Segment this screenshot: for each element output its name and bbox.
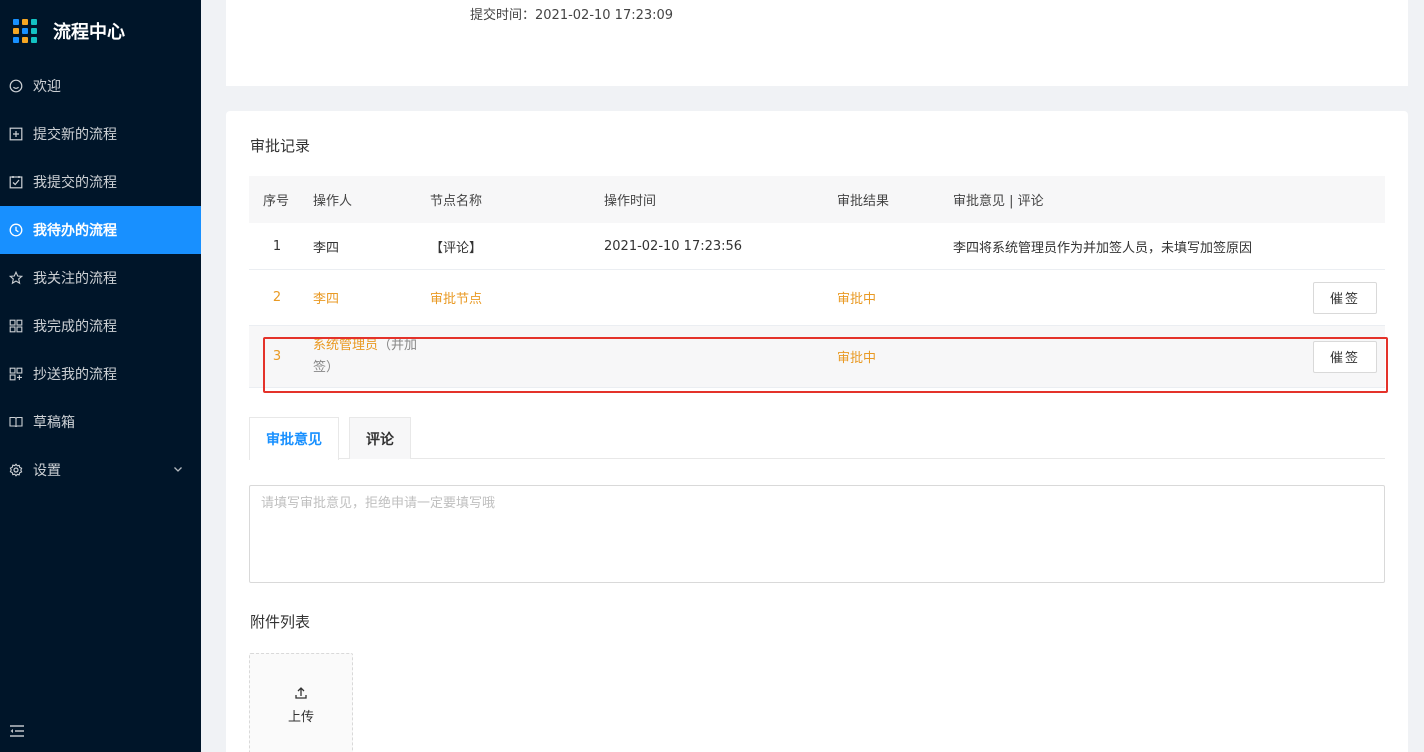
star-icon	[9, 271, 23, 285]
approval-opinion-input[interactable]	[249, 485, 1385, 583]
sidebar-item-label: 欢迎	[33, 79, 61, 95]
setting-icon	[9, 463, 23, 477]
sidebar-item-label: 草稿箱	[33, 415, 75, 431]
plus-square-icon	[9, 127, 23, 141]
table-row: 3 系统管理员（并加签） 审批中 催签	[249, 326, 1385, 388]
upload-label: 上传	[287, 709, 314, 725]
appstore-icon	[9, 319, 23, 333]
app-title: 流程中心	[53, 22, 125, 43]
chevron-down-icon	[174, 467, 182, 472]
menu-fold-icon[interactable]	[9, 724, 25, 738]
upload-icon	[295, 686, 307, 699]
sidebar-item-my-completed[interactable]: 我完成的流程	[0, 302, 201, 350]
process-info-card: 提交时间：2021-02-10 17:23:09	[226, 0, 1408, 86]
row-operator: 李四	[313, 292, 340, 307]
table-row: 2 李四 审批节点 审批中 催签	[249, 270, 1385, 326]
column-header: 审批意见 | 评论	[953, 194, 1044, 209]
sidebar-item-settings[interactable]: 设置	[0, 446, 201, 494]
attachments-title: 附件列表	[250, 613, 311, 631]
row-comment: 李四将系统管理员作为并加签人员，未填写加签原因	[953, 240, 1253, 256]
smile-icon	[9, 79, 23, 93]
check-square-icon	[9, 175, 23, 189]
tab-approval-opinion[interactable]: 审批意见	[249, 417, 339, 460]
copy-grid-icon	[9, 367, 23, 381]
sidebar: 流程中心 欢迎 提交新的流程 我提交的流程 我待办的流程 我关注的流程 我完成的…	[0, 0, 201, 752]
column-header: 节点名称	[430, 194, 483, 209]
sidebar-item-cc-me[interactable]: 抄送我的流程	[0, 350, 201, 398]
urge-sign-button[interactable]: 催签	[1313, 281, 1377, 314]
sidebar-item-drafts[interactable]: 草稿箱	[0, 398, 201, 446]
sidebar-item-my-followed[interactable]: 我关注的流程	[0, 254, 201, 302]
sidebar-item-label: 设置	[33, 463, 61, 479]
sidebar-item-submit-new[interactable]: 提交新的流程	[0, 110, 201, 158]
row-operator: 李四	[313, 240, 340, 256]
sidebar-item-my-todo[interactable]: 我待办的流程	[0, 206, 201, 254]
column-header: 操作时间	[604, 194, 657, 209]
column-header: 操作人	[313, 194, 353, 209]
row-node: 审批节点	[430, 292, 483, 307]
sidebar-item-label: 我完成的流程	[33, 319, 117, 335]
approval-card: 审批记录 序号 操作人 节点名称 操作时间 审批结果 审批意见 | 评论 1 李…	[226, 111, 1408, 752]
approval-table: 序号 操作人 节点名称 操作时间 审批结果 审批意见 | 评论 1 李四 【评论…	[249, 176, 1385, 388]
row-number: 1	[272, 238, 282, 254]
sidebar-item-label: 抄送我的流程	[33, 367, 117, 383]
table-row: 1 李四 【评论】 2021-02-10 17:23:56 李四将系统管理员作为…	[249, 223, 1385, 270]
opinion-tabs: 审批意见 评论	[249, 417, 1385, 460]
sidebar-item-label: 我关注的流程	[33, 271, 117, 287]
sidebar-menu: 欢迎 提交新的流程 我提交的流程 我待办的流程 我关注的流程 我完成的流程 抄送…	[0, 62, 201, 494]
row-number: 3	[272, 349, 282, 364]
row-operator-cell: 系统管理员（并加签）	[313, 335, 430, 379]
sidebar-item-label: 我提交的流程	[33, 175, 117, 191]
submit-time: 提交时间：2021-02-10 17:23:09	[470, 8, 674, 23]
column-header: 审批结果	[837, 194, 890, 209]
brand[interactable]: 流程中心	[0, 0, 201, 62]
urge-sign-button[interactable]: 催签	[1313, 340, 1377, 373]
row-result: 审批中	[837, 292, 877, 307]
row-operator: 系统管理员	[313, 337, 379, 353]
approval-records-title: 审批记录	[250, 137, 311, 155]
sidebar-item-welcome[interactable]: 欢迎	[0, 62, 201, 110]
sidebar-item-my-submitted[interactable]: 我提交的流程	[0, 158, 201, 206]
column-header: 序号	[263, 194, 290, 209]
clock-icon	[9, 223, 23, 237]
tab-comment[interactable]: 评论	[349, 417, 411, 459]
row-time: 2021-02-10 17:23:56	[604, 238, 743, 254]
upload-button[interactable]: 上传	[249, 653, 353, 752]
row-number: 2	[272, 290, 282, 305]
table-header: 序号 操作人 节点名称 操作时间 审批结果 审批意见 | 评论	[249, 176, 1385, 223]
row-node: 【评论】	[430, 240, 483, 256]
book-icon	[9, 415, 23, 429]
app-grid-icon	[13, 19, 37, 43]
sidebar-item-label: 我待办的流程	[33, 223, 117, 239]
sidebar-item-label: 提交新的流程	[33, 127, 117, 143]
row-result: 审批中	[837, 351, 877, 366]
